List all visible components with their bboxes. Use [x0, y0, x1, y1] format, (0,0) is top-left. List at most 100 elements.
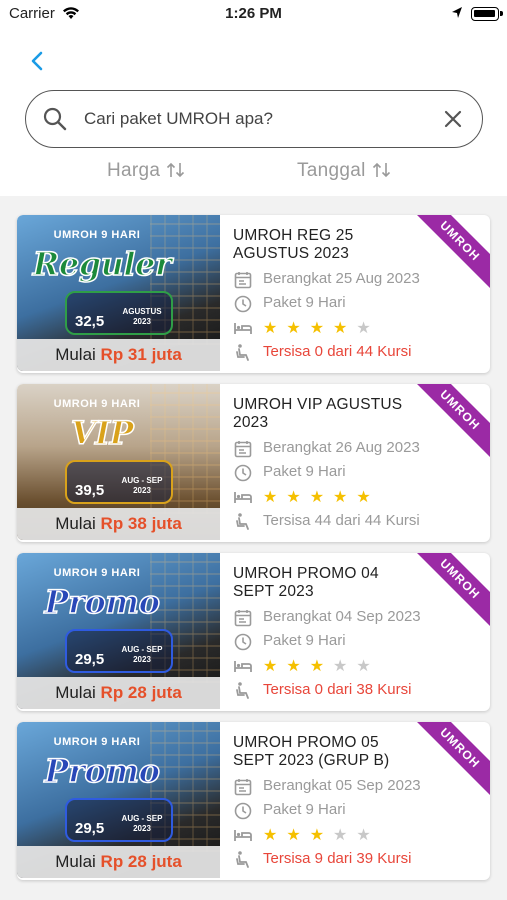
sort-price-button[interactable]: Harga — [107, 160, 186, 182]
package-banner: UMROH 9 HARI Promo 29,5 AUG - SEP 2023 M… — [17, 553, 220, 709]
seats-remaining: Tersisa 9 dari 39 Kursi — [263, 850, 412, 867]
seats-remaining: Tersisa 44 dari 44 Kursi — [263, 512, 420, 529]
battery-icon — [471, 7, 503, 21]
package-title: UMROH VIP AGUSTUS 2023 — [233, 396, 403, 431]
star-filled-icon: ★ — [309, 827, 334, 844]
seat-icon — [236, 682, 249, 699]
star-filled-icon: ★ — [333, 489, 357, 506]
chevron-left-icon — [31, 51, 43, 71]
duration: Paket 9 Hari — [263, 801, 346, 818]
banner-tag: UMROH 9 HARI — [53, 567, 141, 579]
price-prefix: Mulai — [55, 345, 96, 364]
package-card[interactable]: UMROH 9 HARI Promo 29,5 AUG - SEP 2023 M… — [17, 553, 490, 711]
price-prefix: Mulai — [55, 514, 96, 533]
star-empty-icon: ★ — [356, 658, 380, 675]
star-filled-icon: ★ — [286, 489, 310, 506]
banner-month: AUG - SEP 2023 — [121, 476, 163, 495]
sort-arrows-icon — [167, 162, 185, 178]
star-filled-icon: ★ — [309, 320, 334, 337]
banner-month: AUG - SEP 2023 — [121, 645, 163, 664]
banner-price: 39,5 — [75, 482, 105, 499]
price-amount: Rp 31 juta — [100, 345, 182, 364]
package-card[interactable]: UMROH 9 HARI VIP 39,5 AUG - SEP 2023 Mul… — [17, 384, 490, 542]
price-band: Mulai Rp 31 juta — [17, 339, 220, 371]
hotel-rating: ★★★★★ — [263, 825, 380, 845]
package-card[interactable]: UMROH 9 HARI Promo 29,5 AUG - SEP 2023 M… — [17, 722, 490, 880]
banner-script-title: Promo — [44, 751, 161, 791]
close-icon — [444, 110, 462, 128]
package-card[interactable]: UMROH 9 HARI Reguler 32,5 AGUSTUS 2023 M… — [17, 215, 490, 373]
price-band: Mulai Rp 28 juta — [17, 846, 220, 878]
banner-tag: UMROH 9 HARI — [53, 229, 141, 241]
category-ribbon: UMROH — [416, 722, 490, 796]
price-band: Mulai Rp 28 juta — [17, 677, 220, 709]
banner-price: 29,5 — [75, 820, 105, 837]
sort-date-label: Tanggal — [297, 160, 366, 181]
banner-script-title: VIP — [70, 413, 134, 453]
seat-icon — [236, 344, 249, 361]
duration: Paket 9 Hari — [263, 632, 346, 649]
search-icon — [42, 106, 68, 137]
price-amount: Rp 28 juta — [100, 852, 182, 871]
back-button[interactable] — [22, 46, 52, 76]
banner-script-title: Reguler — [32, 244, 172, 284]
package-banner: UMROH 9 HARI Promo 29,5 AUG - SEP 2023 M… — [17, 722, 220, 878]
star-filled-icon: ★ — [263, 658, 287, 675]
star-filled-icon: ★ — [263, 320, 287, 337]
seats-remaining: Tersisa 0 dari 38 Kursi — [263, 681, 412, 698]
package-title: UMROH PROMO 04 SEPT 2023 — [233, 565, 379, 600]
star-filled-icon: ★ — [286, 320, 310, 337]
duration: Paket 9 Hari — [263, 294, 346, 311]
departure-date: Berangkat 04 Sep 2023 — [263, 608, 421, 625]
search-bar — [25, 90, 483, 148]
price-prefix: Mulai — [55, 852, 96, 871]
package-title: UMROH PROMO 05 SEPT 2023 (GRUP B) — [233, 734, 390, 769]
banner-tag: UMROH 9 HARI — [53, 736, 141, 748]
sort-date-button[interactable]: Tanggal — [297, 160, 392, 182]
sort-arrows-icon — [372, 162, 390, 178]
star-empty-icon: ★ — [333, 658, 357, 675]
hotel-rating: ★★★★★ — [263, 656, 380, 676]
package-title: UMROH REG 25 AGUSTUS 2023 — [233, 227, 354, 262]
package-banner: UMROH 9 HARI Reguler 32,5 AGUSTUS 2023 M… — [17, 215, 220, 371]
calendar-icon — [234, 441, 252, 458]
duration: Paket 9 Hari — [263, 463, 346, 480]
departure-date: Berangkat 05 Sep 2023 — [263, 777, 421, 794]
bed-icon — [234, 830, 252, 841]
package-banner: UMROH 9 HARI VIP 39,5 AUG - SEP 2023 Mul… — [17, 384, 220, 540]
banner-price-pill: 29,5 AUG - SEP 2023 — [65, 629, 173, 673]
star-empty-icon: ★ — [356, 827, 380, 844]
sort-bar: Harga Tanggal — [0, 160, 507, 188]
sort-price-label: Harga — [107, 160, 161, 181]
banner-price: 32,5 — [75, 313, 105, 330]
star-filled-icon: ★ — [309, 489, 334, 506]
seat-icon — [236, 513, 249, 530]
star-filled-icon: ★ — [333, 320, 357, 337]
calendar-icon — [234, 272, 252, 289]
clock-icon — [234, 802, 252, 820]
clock-icon — [234, 295, 252, 313]
clear-search-button[interactable] — [442, 108, 464, 135]
departure-date: Berangkat 26 Aug 2023 — [263, 439, 420, 456]
banner-month: AGUSTUS 2023 — [122, 307, 162, 326]
category-ribbon: UMROH — [416, 553, 490, 627]
clock: 1:26 PM — [225, 5, 282, 22]
banner-price-pill: 39,5 AUG - SEP 2023 — [65, 460, 173, 504]
price-band: Mulai Rp 38 juta — [17, 508, 220, 540]
hotel-rating: ★★★★★ — [263, 318, 380, 338]
seat-icon — [236, 851, 249, 868]
status-bar: Carrier 1:26 PM — [0, 0, 507, 28]
category-ribbon: UMROH — [416, 384, 490, 458]
clock-icon — [234, 464, 252, 482]
departure-date: Berangkat 25 Aug 2023 — [263, 270, 420, 287]
banner-price-pill: 32,5 AGUSTUS 2023 — [65, 291, 173, 335]
ribbon-label: UMROH — [416, 722, 490, 796]
banner-price: 29,5 — [75, 651, 105, 668]
bed-icon — [234, 661, 252, 672]
bed-icon — [234, 323, 252, 334]
star-filled-icon: ★ — [356, 489, 380, 506]
price-amount: Rp 38 juta — [100, 514, 182, 533]
hotel-rating: ★★★★★ — [263, 487, 380, 507]
search-input[interactable] — [84, 105, 434, 133]
calendar-icon — [234, 779, 252, 796]
